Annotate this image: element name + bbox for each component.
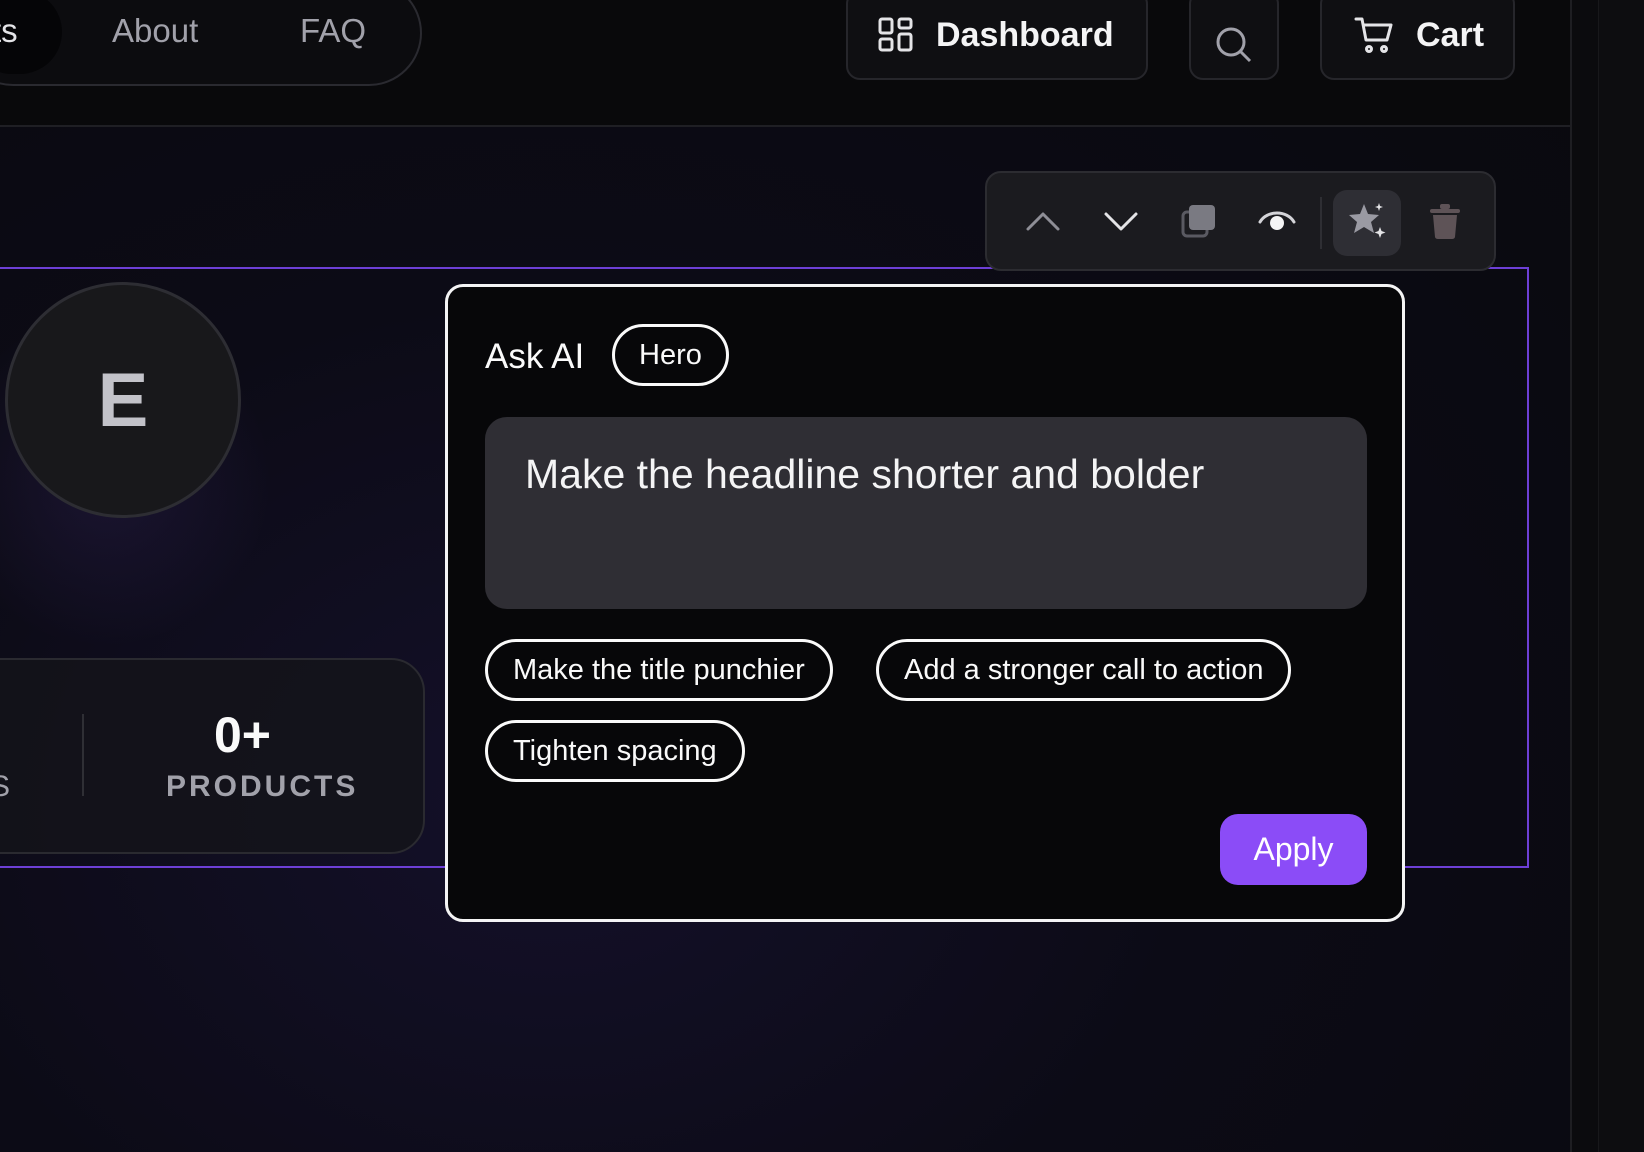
stats-card [0, 658, 425, 854]
duplicate-icon [1180, 202, 1218, 245]
nav-item-faq[interactable]: FAQ [300, 12, 366, 50]
cart-label: Cart [1416, 15, 1485, 54]
ask-ai-button[interactable] [1333, 190, 1401, 256]
ai-prompt-input[interactable]: Make the headline shorter and bolder [485, 417, 1367, 609]
toolbar-separator [1320, 197, 1322, 249]
suggestion-chip[interactable]: Add a stronger call to action [876, 639, 1292, 701]
move-down-button[interactable] [1087, 190, 1155, 256]
cart-icon [1354, 16, 1394, 54]
dashboard-button[interactable]: Dashboard [846, 0, 1148, 80]
scrollbar-track[interactable] [1598, 0, 1644, 1152]
block-toolbar [985, 171, 1496, 271]
stat-label-clipped: S [0, 770, 13, 803]
page: ts About FAQ Dashboard [0, 0, 1570, 1152]
stat-value: 0+ [214, 707, 272, 763]
trash-icon [1428, 202, 1462, 245]
stat-label: PRODUCTS [166, 770, 359, 803]
eye-icon [1257, 206, 1297, 241]
nav-item-products[interactable]: ts [0, 12, 18, 50]
visibility-button[interactable] [1243, 190, 1311, 256]
avatar: E [5, 282, 241, 518]
site-header: ts About FAQ Dashboard [0, 0, 1570, 127]
avatar-letter: E [97, 357, 149, 443]
dashboard-label: Dashboard [936, 15, 1114, 54]
suggestion-chip[interactable]: Make the title punchier [485, 639, 833, 701]
context-chip: Hero [612, 324, 729, 386]
cart-button[interactable]: Cart [1320, 0, 1515, 80]
suggestion-chip[interactable]: Tighten spacing [485, 720, 745, 782]
delete-button[interactable] [1411, 190, 1479, 256]
move-up-button[interactable] [1009, 190, 1077, 256]
nav-item-about[interactable]: About [112, 12, 198, 50]
ask-ai-title: Ask AI [485, 337, 585, 376]
sparkles-icon [1346, 200, 1388, 247]
search-icon [1215, 26, 1253, 64]
stats-divider [82, 714, 84, 796]
search-button[interactable] [1189, 0, 1279, 80]
chevron-down-icon [1103, 210, 1139, 237]
duplicate-button[interactable] [1165, 190, 1233, 256]
ask-ai-panel: Ask AI Hero Make the headline shorter an… [445, 284, 1405, 922]
chevron-up-icon [1025, 210, 1061, 237]
right-scrollbar-rail[interactable] [1570, 0, 1644, 1152]
apply-button[interactable]: Apply [1220, 814, 1367, 885]
dashboard-icon [878, 17, 914, 53]
